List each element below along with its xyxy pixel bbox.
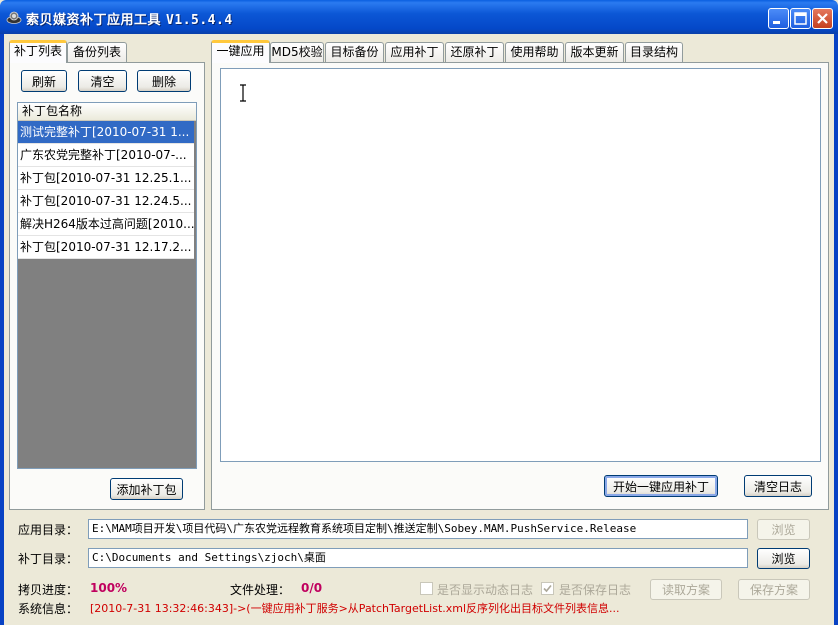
window-title: 索贝媒资补丁应用工具 V1.5.4.4 xyxy=(26,9,233,28)
app-dir-browse-button[interactable]: 浏览 xyxy=(757,519,810,540)
tab-patch-list[interactable]: 补丁列表 xyxy=(9,40,67,63)
maximize-icon xyxy=(794,12,807,25)
list-item[interactable]: 广东农党完整补丁[2010-07-... xyxy=(18,144,194,167)
patch-list-header[interactable]: 补丁包名称 xyxy=(18,103,196,121)
add-patch-button[interactable]: 添加补丁包 xyxy=(110,478,183,500)
sys-info-label: 系统信息： xyxy=(18,602,79,616)
tab-apply-patch[interactable]: 应用补丁 xyxy=(385,42,444,63)
tab-md5-check-label: MD5校验 xyxy=(271,45,323,59)
start-one-click-apply-button[interactable]: 开始一键应用补丁 xyxy=(604,475,718,497)
delete-button[interactable]: 删除 xyxy=(137,70,191,92)
save-log-label: 是否保存日志 xyxy=(559,583,632,597)
text-cursor-icon xyxy=(238,84,248,102)
tab-target-backup-label: 目标备份 xyxy=(330,45,379,59)
patch-list[interactable]: 补丁包名称 测试完整补丁[2010-07-31 1... 广东农党完整补丁[20… xyxy=(17,102,197,469)
tab-apply-patch-label: 应用补丁 xyxy=(390,45,439,59)
save-scheme-button[interactable]: 保存方案 xyxy=(738,579,810,600)
tab-backup-list[interactable]: 备份列表 xyxy=(67,42,127,63)
copy-progress-value: 100% xyxy=(90,581,128,595)
tab-one-click-apply[interactable]: 一键应用 xyxy=(211,40,270,63)
minimize-button[interactable] xyxy=(768,8,789,29)
tab-help-label: 使用帮助 xyxy=(510,45,559,59)
window-version: V1.5.4.4 xyxy=(166,13,233,28)
tab-dir-structure-label: 目录结构 xyxy=(629,45,678,59)
list-item[interactable]: 补丁包[2010-07-31 12.17.2... xyxy=(18,236,194,259)
window-frame-right xyxy=(834,34,838,625)
log-textarea[interactable] xyxy=(220,68,821,462)
list-item[interactable]: 测试完整补丁[2010-07-31 1... xyxy=(18,121,194,144)
maximize-button[interactable] xyxy=(790,8,811,29)
tab-help[interactable]: 使用帮助 xyxy=(505,42,564,63)
refresh-button[interactable]: 刷新 xyxy=(21,70,67,92)
app-icon xyxy=(6,9,22,25)
file-process-value: 0/0 xyxy=(301,581,323,595)
close-button[interactable] xyxy=(812,8,833,29)
tab-version-update[interactable]: 版本更新 xyxy=(565,42,624,63)
list-item[interactable]: 补丁包[2010-07-31 12.25.1... xyxy=(18,167,194,190)
app-dir-field[interactable]: E:\MAM项目开发\项目代码\广东农党远程教育系统项目定制\推送定制\Sobe… xyxy=(88,519,748,539)
list-item[interactable]: 补丁包[2010-07-31 12.24.5... xyxy=(18,190,194,213)
checkmark-icon xyxy=(543,584,552,593)
file-process-label: 文件处理： xyxy=(230,583,291,597)
patch-dir-field[interactable]: C:\Documents and Settings\zjoch\桌面 xyxy=(88,548,748,568)
patch-dir-label: 补丁目录： xyxy=(18,552,79,566)
list-item[interactable]: 解决H264版本过高问题[2010... xyxy=(18,213,194,236)
window-title-text: 索贝媒资补丁应用工具 xyxy=(26,13,162,28)
tab-backup-list-label: 备份列表 xyxy=(72,45,121,59)
read-scheme-button[interactable]: 读取方案 xyxy=(650,579,722,600)
save-log-checkbox[interactable] xyxy=(541,582,554,595)
tab-one-click-apply-label: 一键应用 xyxy=(216,44,265,58)
show-dynamic-log-label: 是否显示动态日志 xyxy=(437,583,534,597)
tab-restore-patch-label: 还原补丁 xyxy=(450,45,499,59)
minimize-icon xyxy=(773,21,780,24)
patch-dir-browse-button[interactable]: 浏览 xyxy=(757,548,810,569)
tab-patch-list-label: 补丁列表 xyxy=(13,44,62,58)
tab-restore-patch[interactable]: 还原补丁 xyxy=(445,42,504,63)
clear-log-button[interactable]: 清空日志 xyxy=(744,475,812,497)
app-dir-label: 应用目录： xyxy=(18,523,79,537)
window-frame-left xyxy=(0,34,4,625)
clear-list-button[interactable]: 清空 xyxy=(78,70,127,92)
tab-dir-structure[interactable]: 目录结构 xyxy=(625,42,683,63)
tab-version-update-label: 版本更新 xyxy=(570,45,619,59)
tab-target-backup[interactable]: 目标备份 xyxy=(325,42,384,63)
copy-progress-label: 拷贝进度： xyxy=(18,583,79,597)
tab-md5-check[interactable]: MD5校验 xyxy=(270,42,324,63)
sys-info-value: [2010-7-31 13:32:46:343]->(一键应用补丁服务>从Pat… xyxy=(90,602,620,615)
show-dynamic-log-checkbox[interactable] xyxy=(420,582,433,595)
close-icon xyxy=(817,13,828,24)
